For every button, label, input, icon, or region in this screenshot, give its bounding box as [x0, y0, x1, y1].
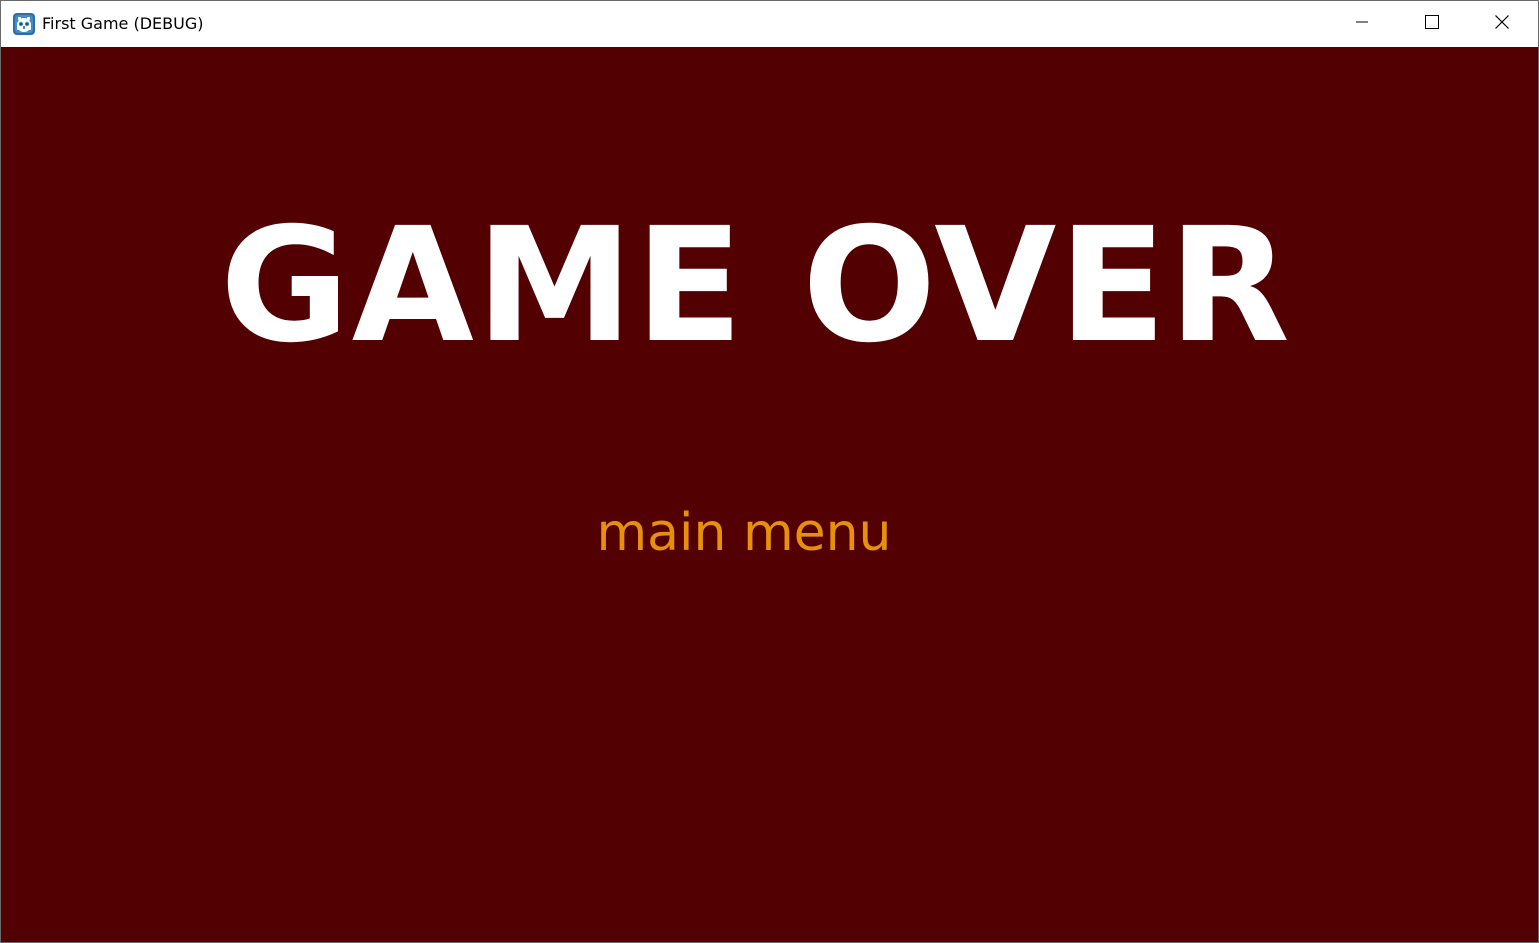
maximize-button[interactable]: [1397, 1, 1467, 47]
minimize-icon: [1354, 14, 1370, 34]
godot-engine-icon: [12, 12, 36, 36]
game-viewport: GAME OVER main menu: [1, 47, 1538, 942]
game-over-title: GAME OVER: [219, 194, 1293, 378]
close-button[interactable]: [1467, 1, 1537, 47]
minimize-button[interactable]: [1327, 1, 1397, 47]
close-icon: [1494, 14, 1510, 34]
maximize-icon: [1424, 14, 1440, 34]
main-menu-button[interactable]: main menu: [561, 502, 927, 564]
window-title: First Game (DEBUG): [42, 14, 204, 33]
game-window: First Game (DEBUG) GAME OVER main menu: [0, 0, 1539, 943]
title-bar[interactable]: First Game (DEBUG): [1, 1, 1538, 47]
